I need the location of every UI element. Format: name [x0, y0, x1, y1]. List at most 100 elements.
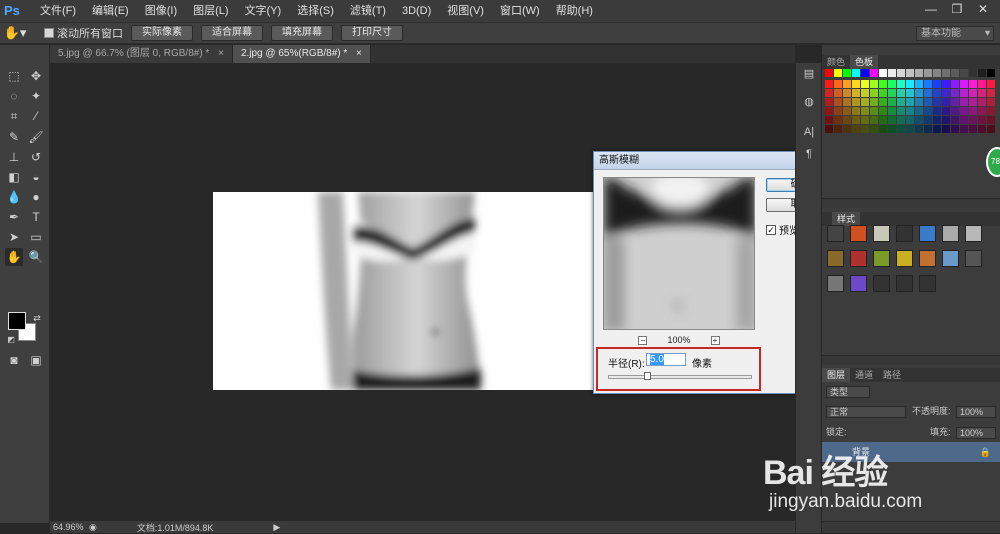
swatch-cell[interactable] [951, 80, 959, 88]
properties-panel-icon[interactable]: ◍ [800, 93, 818, 111]
paint-bucket-tool-icon[interactable]: ◒ [27, 168, 45, 186]
swatch-cell[interactable] [942, 98, 950, 106]
paragraph-panel-icon[interactable]: ¶ [800, 145, 818, 163]
menu-view[interactable]: 视图(V) [439, 0, 492, 22]
magic-wand-tool-icon[interactable]: ✦ [27, 87, 45, 105]
marquee-tool-icon[interactable]: ⬚ [5, 67, 23, 85]
swatch-cell[interactable] [906, 125, 914, 133]
tab-styles[interactable]: 样式 [832, 212, 861, 226]
tab-layers[interactable]: 图层 [822, 368, 851, 382]
hand-tool-icon[interactable]: ✋ [5, 248, 23, 266]
swatch-cell[interactable] [951, 89, 959, 97]
layer-item-background[interactable]: 背景 🔒 [822, 442, 1000, 462]
swatch-cell[interactable] [825, 69, 833, 77]
swatch-cell[interactable] [951, 98, 959, 106]
swatch-cell[interactable] [960, 125, 968, 133]
default-colors-icon[interactable]: ◩ [2, 331, 20, 349]
swatch-cell[interactable] [933, 69, 941, 77]
swatch-cell[interactable] [888, 107, 896, 115]
swatch-cell[interactable] [870, 80, 878, 88]
swatch-cell[interactable] [843, 98, 851, 106]
scroll-all-windows-checkbox[interactable]: 滚动所有窗口 [44, 25, 123, 41]
zoom-readout[interactable]: 64.96% [53, 522, 89, 532]
swatch-cell[interactable] [942, 116, 950, 124]
swatch-cell[interactable] [987, 80, 995, 88]
swatch-cell[interactable] [825, 89, 833, 97]
swatch-cell[interactable] [978, 107, 986, 115]
fit-screen-button[interactable]: 适合屏幕 [201, 25, 263, 41]
fill-field[interactable]: 100% [956, 427, 996, 439]
swatch-cell[interactable] [915, 125, 923, 133]
swatch-cell[interactable] [906, 116, 914, 124]
swatch-cell[interactable] [852, 125, 860, 133]
swatch-cell[interactable] [888, 69, 896, 77]
brush-tool-icon[interactable]: 🖌 [27, 128, 45, 146]
swatch-cell[interactable] [897, 69, 905, 77]
swatch-cell[interactable] [987, 107, 995, 115]
swatch-cell[interactable] [924, 98, 932, 106]
style-preset-cell[interactable] [850, 225, 867, 242]
swatch-cell[interactable] [843, 89, 851, 97]
swatch-cell[interactable] [897, 116, 905, 124]
swatch-cell[interactable] [870, 107, 878, 115]
tab-color[interactable]: 颜色 [822, 55, 850, 69]
swatch-cell[interactable] [960, 116, 968, 124]
opacity-field[interactable]: 100% [956, 406, 996, 418]
swatch-cell[interactable] [879, 107, 887, 115]
status-menu-arrow-icon[interactable]: ▶ [273, 522, 280, 533]
swatch-cell[interactable] [897, 107, 905, 115]
eraser-tool-icon[interactable]: ◧ [5, 168, 23, 186]
menu-type[interactable]: 文字(Y) [237, 0, 290, 22]
style-preset-cell[interactable] [896, 250, 913, 267]
tab-document-5[interactable]: 5.jpg @ 66.7% (图层 0, RGB/8#) * × [50, 45, 233, 63]
zoom-in-button[interactable]: + [710, 335, 720, 345]
swatch-cell[interactable] [987, 98, 995, 106]
swatch-cell[interactable] [933, 125, 941, 133]
swatch-cell[interactable] [897, 98, 905, 106]
swatch-cell[interactable] [906, 69, 914, 77]
swatch-cell[interactable] [897, 80, 905, 88]
menu-layer[interactable]: 图层(L) [185, 0, 236, 22]
path-selection-tool-icon[interactable]: ➤ [5, 228, 23, 246]
style-preset-cell[interactable] [873, 250, 890, 267]
style-preset-cell[interactable] [919, 250, 936, 267]
dodge-tool-icon[interactable]: ● [27, 188, 45, 206]
swatch-cell[interactable] [933, 116, 941, 124]
swatch-cell[interactable] [960, 89, 968, 97]
swatch-cell[interactable] [942, 69, 950, 77]
healing-brush-tool-icon[interactable]: ✎ [5, 128, 23, 146]
swap-colors-icon[interactable]: ⇄ [28, 309, 46, 327]
swatch-cell[interactable] [888, 116, 896, 124]
swatch-cell[interactable] [879, 80, 887, 88]
swatch-cell[interactable] [825, 98, 833, 106]
clone-stamp-tool-icon[interactable]: ⊥ [5, 148, 23, 166]
style-preset-cell[interactable] [850, 250, 867, 267]
style-preset-cell[interactable] [965, 250, 982, 267]
swatch-cell[interactable] [852, 80, 860, 88]
swatch-cell[interactable] [879, 98, 887, 106]
swatch-cell[interactable] [915, 80, 923, 88]
swatch-cell[interactable] [906, 107, 914, 115]
swatch-cell[interactable] [969, 69, 977, 77]
swatch-cell[interactable] [843, 125, 851, 133]
history-panel-icon[interactable]: ▤ [800, 65, 818, 83]
minimize-button[interactable]: — [918, 0, 944, 18]
crop-tool-icon[interactable]: ⌗ [5, 107, 23, 125]
radius-input[interactable]: 5.0 [646, 353, 686, 366]
swatch-cell[interactable] [969, 107, 977, 115]
swatch-cell[interactable] [969, 116, 977, 124]
swatch-cell[interactable] [834, 107, 842, 115]
blend-mode-select[interactable]: 正常 [826, 406, 906, 418]
menu-image[interactable]: 图像(I) [137, 0, 185, 22]
menu-file[interactable]: 文件(F) [32, 0, 84, 22]
swatch-cell[interactable] [987, 89, 995, 97]
swatch-cell[interactable] [951, 116, 959, 124]
swatch-cell[interactable] [933, 89, 941, 97]
style-preset-cell[interactable] [896, 275, 913, 292]
tab-close-icon[interactable]: × [218, 48, 224, 59]
swatch-cell[interactable] [978, 98, 986, 106]
swatch-cell[interactable] [852, 107, 860, 115]
swatch-cell[interactable] [906, 98, 914, 106]
swatch-cell[interactable] [825, 80, 833, 88]
swatch-cell[interactable] [870, 116, 878, 124]
